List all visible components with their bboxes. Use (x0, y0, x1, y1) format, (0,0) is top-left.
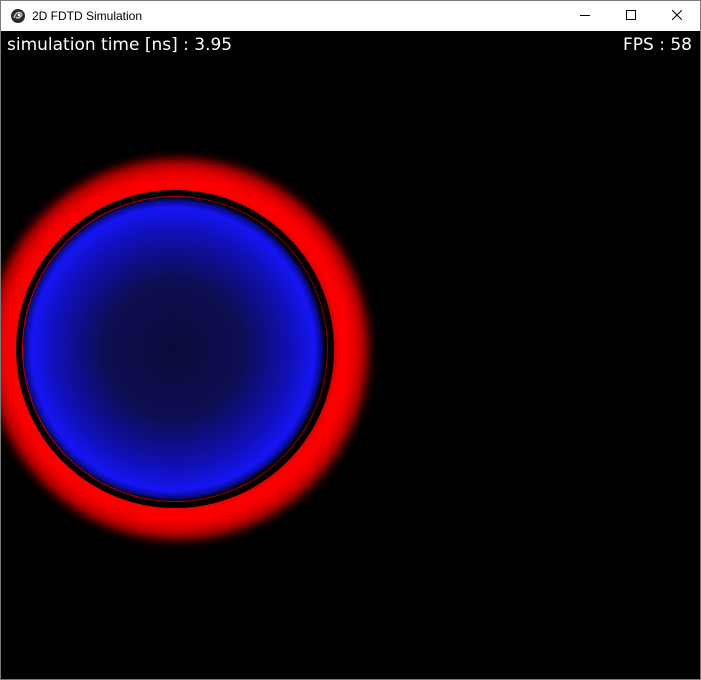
title-bar[interactable]: 2D FDTD Simulation (1, 1, 700, 31)
maximize-button[interactable] (608, 1, 654, 31)
simulation-canvas[interactable]: simulation time [ns] : 3.95 FPS : 58 (1, 31, 700, 679)
app-window: 2D FDTD Simulation simulation time [ns] … (0, 0, 701, 680)
field-visualization (1, 31, 700, 679)
close-button[interactable] (654, 1, 700, 31)
minimize-button[interactable] (562, 1, 608, 31)
close-icon (671, 7, 683, 25)
maximize-icon (626, 7, 636, 25)
simulation-time-readout: simulation time [ns] : 3.95 (7, 35, 233, 55)
negative-field-disk (23, 197, 327, 501)
app-logo-icon (10, 8, 26, 24)
fps-readout: FPS : 58 (623, 35, 692, 55)
window-title: 2D FDTD Simulation (32, 9, 143, 23)
minimize-icon (580, 7, 590, 25)
